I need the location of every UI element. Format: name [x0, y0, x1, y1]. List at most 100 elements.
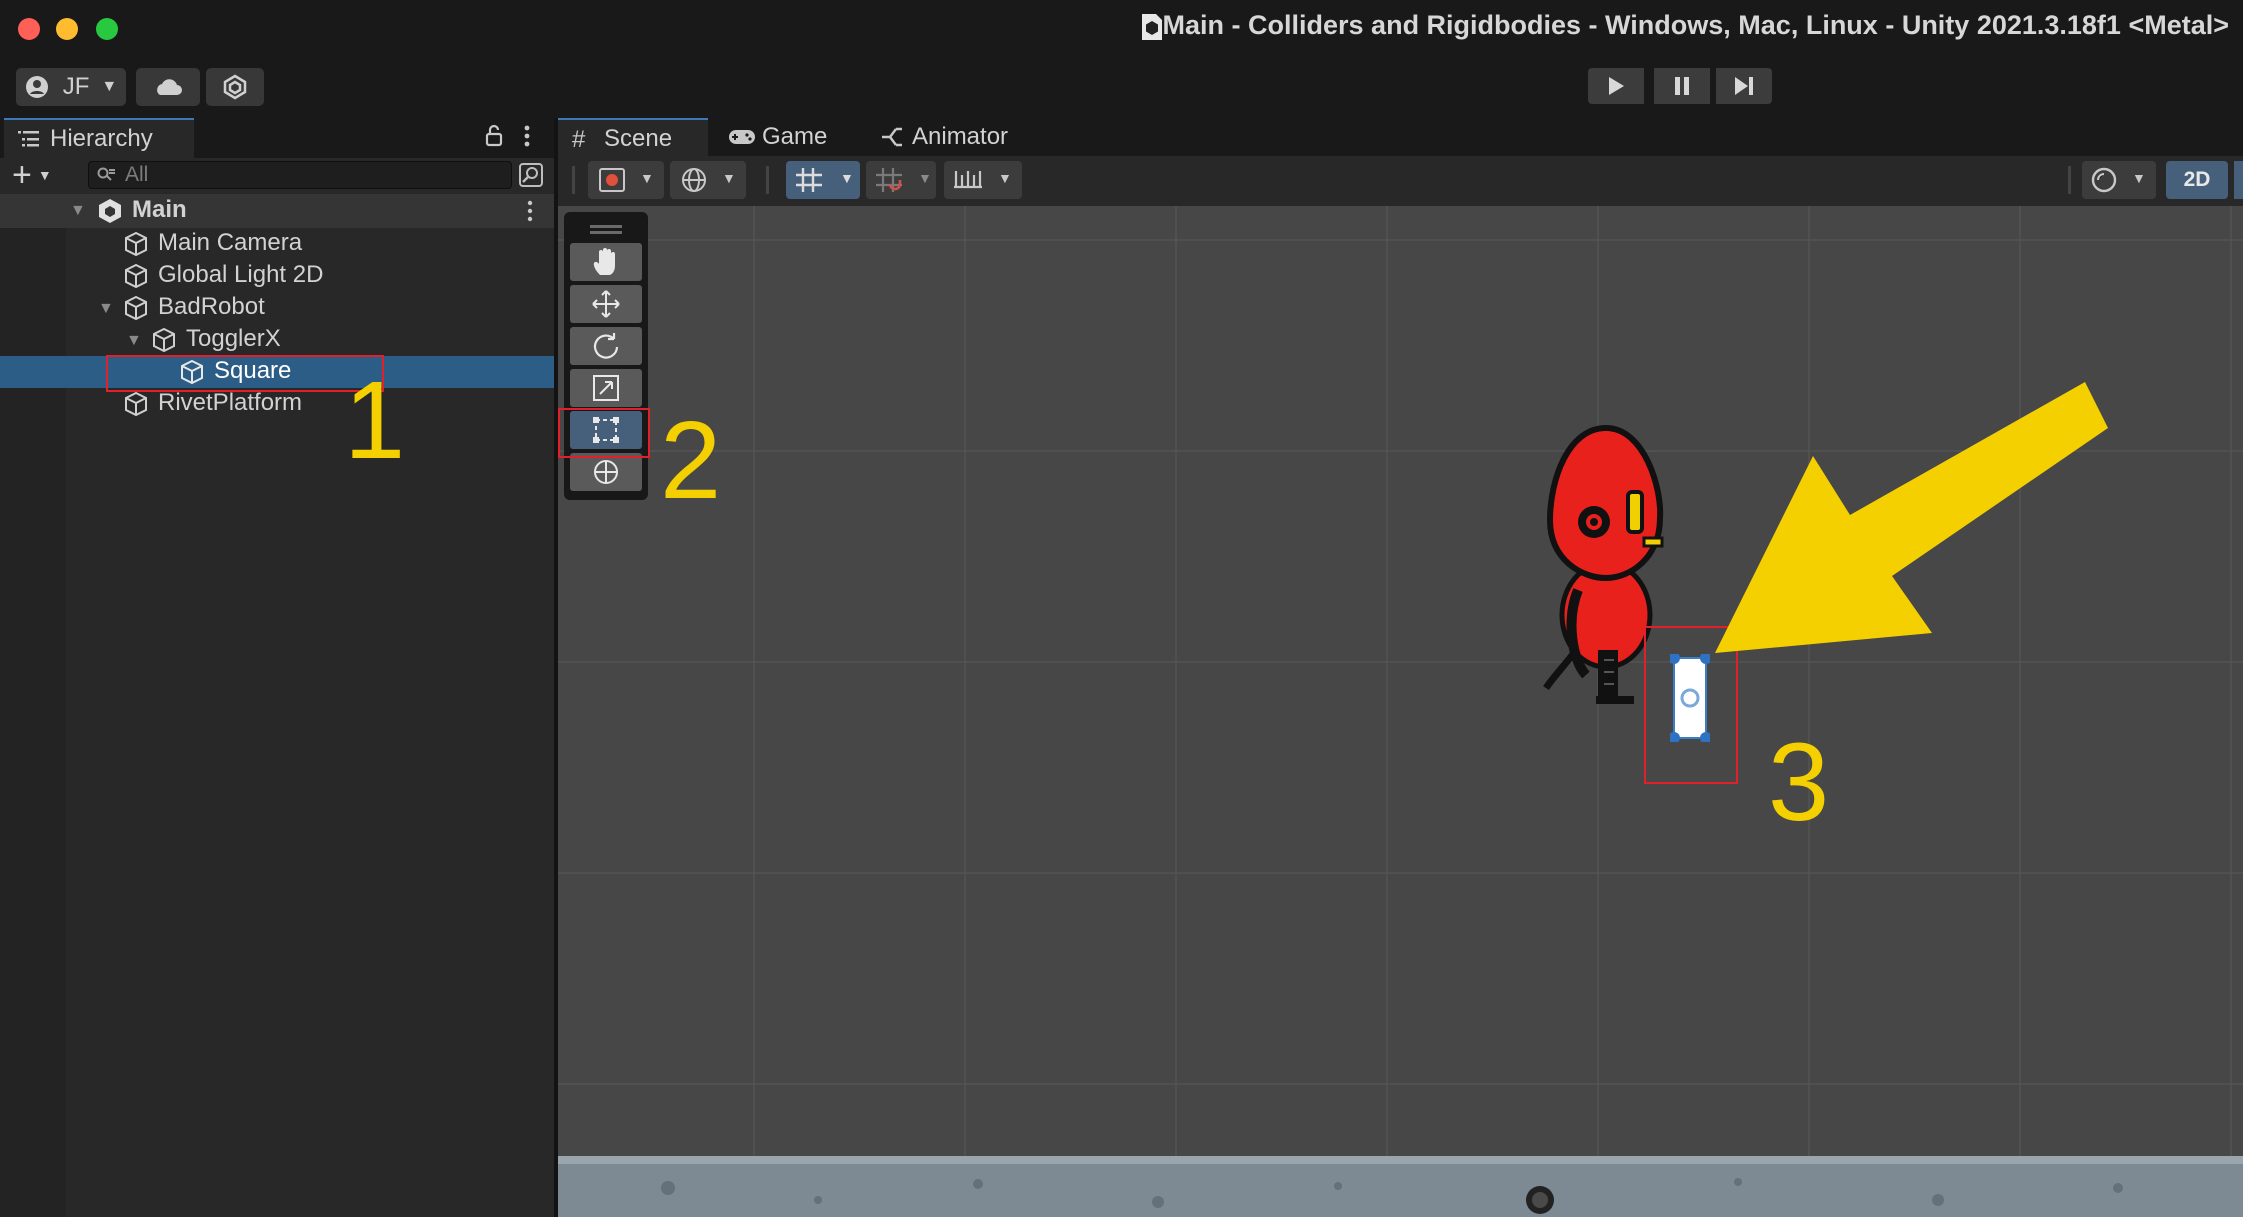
expand-arrow-icon[interactable]: ▼	[126, 332, 142, 350]
main-toolbar	[0, 58, 2243, 118]
gameobject-cube-icon	[122, 230, 150, 258]
hierarchy-item-label: RivetPlatform	[158, 389, 303, 416]
minimize-window-button[interactable]	[56, 18, 78, 40]
tab-hierarchy[interactable]: Hierarchy	[4, 118, 194, 158]
hand-tool-button[interactable]	[570, 243, 642, 281]
hierarchy-item-label: Global Light 2D	[158, 261, 324, 288]
toolbar-overflow	[2234, 161, 2243, 199]
cloud-icon	[153, 77, 183, 97]
tab-scene-label: Scene	[604, 125, 673, 152]
tab-animator-label: Animator	[912, 123, 1009, 150]
hierarchy-item-label: BadRobot	[158, 293, 265, 320]
cloud-button[interactable]	[136, 68, 200, 106]
collab-icon	[222, 74, 248, 100]
gamepad-icon	[728, 127, 756, 147]
scale-icon	[591, 373, 621, 403]
step-button[interactable]	[1716, 68, 1772, 104]
grid-hash-icon: #	[572, 126, 586, 153]
hierarchy-item-badrobot[interactable]	[0, 292, 554, 324]
gameobject-cube-icon	[122, 294, 150, 322]
create-button[interactable]: + ▼	[12, 156, 52, 194]
unity-scene-icon	[96, 197, 124, 225]
toolbar-grip	[572, 166, 575, 194]
highlight-box-rect-tool	[558, 408, 650, 458]
tab-game[interactable]: Game	[728, 118, 848, 156]
list-icon	[18, 130, 40, 148]
ruler-icon	[952, 167, 984, 193]
expand-arrow-icon[interactable]: ▼	[98, 300, 114, 318]
search-scope-icon[interactable]	[518, 162, 544, 188]
panel-menu-icon[interactable]	[522, 124, 532, 148]
globe-icon	[680, 167, 708, 193]
account-icon	[25, 75, 49, 99]
gizmo-sphere-icon	[2090, 167, 2118, 193]
play-icon	[1607, 76, 1625, 96]
grid-snapping-toggle[interactable]: ▼	[786, 161, 860, 199]
palette-grip[interactable]	[590, 225, 622, 228]
toolbar-separator	[766, 166, 769, 194]
annotation-arrow-icon	[1700, 380, 2120, 660]
move-arrows-icon	[591, 289, 621, 319]
chevron-down-icon: ▼	[840, 170, 854, 186]
tab-game-label: Game	[762, 123, 828, 150]
snap-grid-icon	[874, 166, 904, 194]
hierarchy-item-label: TogglerX	[186, 325, 281, 352]
search-placeholder: All	[125, 163, 149, 186]
move-tool-button[interactable]	[570, 285, 642, 323]
gameobject-cube-icon	[122, 390, 150, 418]
snap-increment-dropdown[interactable]: ▼	[866, 161, 936, 199]
grid-icon	[794, 166, 824, 194]
collab-button[interactable]	[206, 68, 264, 106]
tab-scene[interactable]: # Scene	[558, 118, 708, 156]
chevron-down-icon: ▼	[2132, 170, 2146, 186]
chevron-down-icon: ▼	[722, 170, 736, 186]
scene-name: Main	[132, 196, 187, 223]
highlight-box-square	[106, 355, 384, 392]
plus-icon: +	[12, 156, 32, 194]
transform-icon	[591, 457, 621, 487]
play-button[interactable]	[1588, 68, 1644, 104]
scene-visibility-dropdown[interactable]: ▼	[670, 161, 746, 199]
gameobject-cube-icon	[122, 262, 150, 290]
annotation-number-1: 1	[344, 359, 406, 482]
hierarchy-tab-label: Hierarchy	[50, 125, 153, 152]
window-title: Main - Colliders and Rigidbodies - Windo…	[1162, 10, 2229, 40]
scene-viewport[interactable]	[558, 206, 2243, 1217]
step-icon	[1733, 76, 1755, 96]
lock-icon[interactable]	[484, 124, 504, 148]
zoom-window-button[interactable]	[96, 18, 118, 40]
unity-document-icon	[1139, 12, 1165, 42]
tab-animator[interactable]: Animator	[880, 118, 1030, 156]
shaded-mode-icon	[598, 167, 626, 193]
annotation-number-2: 2	[660, 399, 722, 522]
rotate-icon	[591, 331, 621, 361]
gizmos-dropdown[interactable]: ▼	[2082, 161, 2156, 199]
gameobject-cube-icon	[150, 326, 178, 354]
hand-icon	[592, 247, 620, 277]
scene-canvas	[558, 206, 2243, 1217]
2d-mode-toggle[interactable]: 2D	[2166, 161, 2228, 199]
chevron-down-icon: ▼	[998, 170, 1012, 186]
chevron-down-icon: ▼	[37, 167, 52, 183]
chevron-down-icon: ▼	[918, 170, 932, 186]
draw-mode-dropdown[interactable]: ▼	[588, 161, 664, 199]
annotation-number-3: 3	[1768, 721, 1830, 844]
hierarchy-search-input[interactable]: All	[88, 161, 512, 189]
animator-icon	[880, 126, 904, 148]
chevron-down-icon: ▼	[101, 78, 118, 95]
account-label: JF	[62, 73, 90, 100]
close-window-button[interactable]	[18, 18, 40, 40]
toolbar-separator	[2068, 166, 2071, 194]
chevron-down-icon: ▼	[640, 170, 654, 186]
hierarchy-item-label: Main Camera	[158, 229, 303, 256]
transform-tool-button[interactable]	[570, 453, 642, 491]
expand-arrow-icon[interactable]: ▼	[70, 202, 86, 220]
account-dropdown[interactable]: JF ▼	[16, 68, 126, 106]
pause-icon	[1674, 76, 1690, 96]
pause-button[interactable]	[1654, 68, 1710, 104]
rotate-tool-button[interactable]	[570, 327, 642, 365]
scale-tool-button[interactable]	[570, 369, 642, 407]
scene-menu-icon[interactable]	[526, 200, 534, 222]
increment-snap-dropdown[interactable]: ▼	[944, 161, 1022, 199]
search-icon	[97, 166, 117, 184]
